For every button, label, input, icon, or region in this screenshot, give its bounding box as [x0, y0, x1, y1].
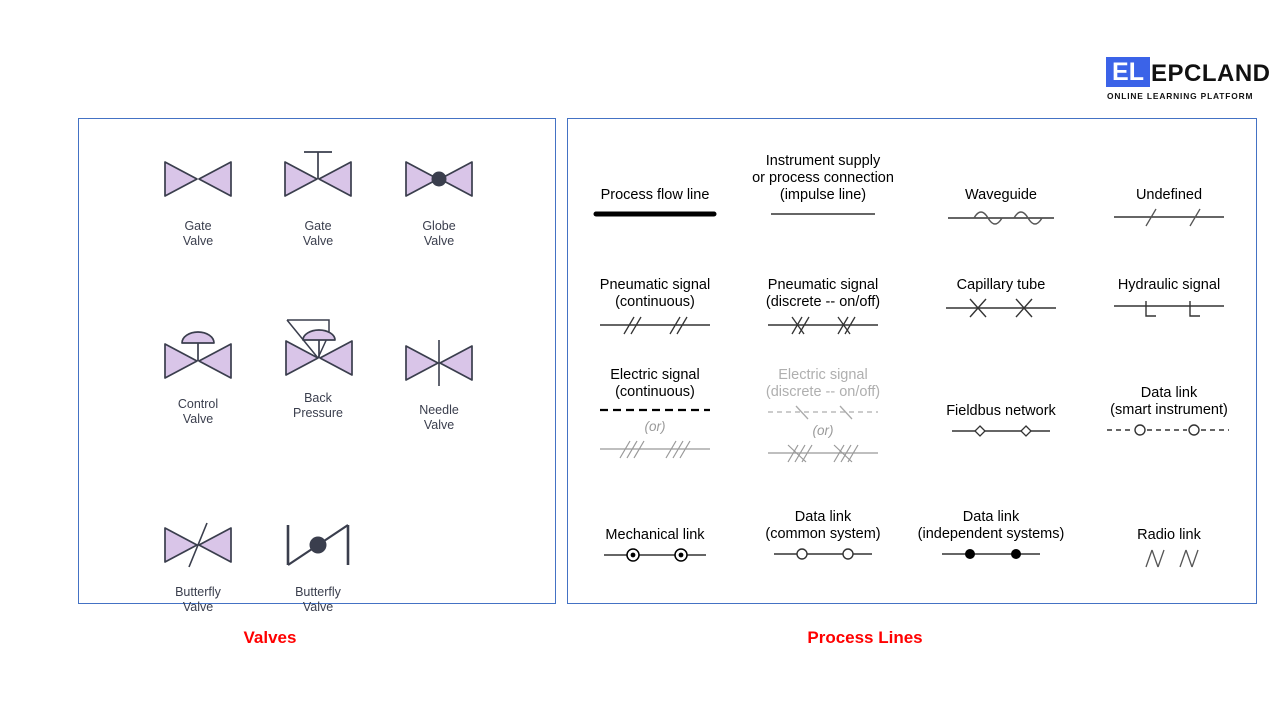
- valve-label: Globe Valve: [422, 219, 456, 248]
- line-label: Waveguide: [964, 187, 1037, 203]
- double-slash-crossed-line: [740, 314, 906, 336]
- diamond-node-line: [918, 423, 1084, 439]
- logo-word: EPCLAND: [1151, 60, 1271, 87]
- double-slash-line: [572, 314, 738, 336]
- line-label: Undefined: [1135, 187, 1203, 203]
- needle-valve-symbol: [364, 325, 514, 401]
- line-label: Capillary tube: [956, 277, 1046, 293]
- or-label: (or): [644, 419, 666, 434]
- line-item-capillary-tube: Capillary tube: [918, 277, 1084, 319]
- valve-item-needle-valve: Needle Valve: [364, 325, 514, 433]
- radio-zigzag-glyphs: [1086, 547, 1252, 571]
- bullseye-node-line: [572, 547, 738, 563]
- valves-panel: Gate Valve Gate Valve Globe Valve Contro…: [78, 118, 556, 614]
- line-item-electric-continuous: Electric signal (continuous) (or): [572, 367, 738, 460]
- filled-circle-node-line: [908, 546, 1074, 562]
- line-item-process-flow-line: Process flow line: [572, 187, 738, 221]
- line-label: Instrument supply or process connection …: [752, 153, 894, 203]
- valve-item-butterfly-valve-b: Butterfly Valve: [243, 507, 393, 615]
- process-lines-caption: Process Lines: [807, 628, 923, 647]
- triple-slash-crossed-line: [740, 442, 906, 464]
- valves-caption: Valves: [243, 628, 297, 647]
- logo-subtitle: ONLINE LEARNING PLATFORM: [1107, 91, 1254, 101]
- thin-solid-line: [740, 207, 906, 221]
- line-label: Electric signal (continuous): [610, 367, 700, 400]
- triple-slash-line: [572, 438, 738, 460]
- line-label: Electric signal (discrete -- on/off): [765, 367, 881, 400]
- line-item-radio-link: Radio link: [1086, 527, 1252, 571]
- line-item-mechanical-link: Mechanical link: [572, 527, 738, 563]
- line-item-data-link-common: Data link (common system): [740, 509, 906, 562]
- line-item-pneumatic-continuous: Pneumatic signal (continuous): [572, 277, 738, 336]
- dashed-open-circle-line: [1086, 422, 1252, 438]
- x-mark-line: [918, 297, 1084, 319]
- open-circle-node-line: [740, 546, 906, 562]
- line-item-fieldbus-network: Fieldbus network: [918, 403, 1084, 439]
- line-item-data-link-smart: Data link (smart instrument): [1086, 385, 1252, 438]
- line-label: Data link (common system): [765, 509, 881, 542]
- line-label: Radio link: [1137, 527, 1201, 543]
- line-label: Pneumatic signal (continuous): [599, 277, 711, 310]
- valve-label: Needle Valve: [419, 403, 459, 432]
- dashed-line: [572, 404, 738, 416]
- valve-item-globe-valve: Globe Valve: [364, 141, 514, 249]
- valve-label: Butterfly Valve: [295, 585, 341, 614]
- globe-valve-symbol: [364, 141, 514, 217]
- logo-wordmark-row: EL EPCLAND: [1106, 57, 1271, 87]
- line-label: Process flow line: [600, 187, 710, 203]
- sine-bump-line: [918, 207, 1084, 225]
- or-label: (or): [812, 423, 834, 438]
- line-label: Pneumatic signal (discrete -- on/off): [765, 277, 881, 310]
- butterfly-valve-disc-symbol: [243, 507, 393, 583]
- l-mark-line: [1086, 297, 1252, 319]
- thick-solid-line: [572, 207, 738, 221]
- line-item-pneumatic-discrete: Pneumatic signal (discrete -- on/off): [740, 277, 906, 336]
- line-label: Data link (smart instrument): [1110, 385, 1228, 418]
- single-slash-line: [1086, 207, 1252, 227]
- line-item-hydraulic-signal: Hydraulic signal: [1086, 277, 1252, 319]
- line-item-instrument-supply: Instrument supply or process connection …: [740, 153, 906, 221]
- line-label: Fieldbus network: [946, 403, 1056, 419]
- process-lines-panel: Process flow line Instrument supply or p…: [567, 118, 1257, 604]
- logo-badge-icon: EL: [1106, 57, 1150, 87]
- line-item-undefined-line: Undefined: [1086, 187, 1252, 227]
- line-item-electric-discrete: Electric signal (discrete -- on/off) (or…: [740, 367, 906, 464]
- line-item-waveguide: Waveguide: [918, 187, 1084, 225]
- line-label: Hydraulic signal: [1117, 277, 1221, 293]
- dashed-backslash-line: [740, 404, 906, 420]
- line-label: Mechanical link: [605, 527, 705, 543]
- line-label: Data link (independent systems): [917, 509, 1065, 542]
- line-item-data-link-independent: Data link (independent systems): [908, 509, 1074, 562]
- epcland-logo: EL EPCLAND ONLINE LEARNING PLATFORM: [1106, 57, 1271, 101]
